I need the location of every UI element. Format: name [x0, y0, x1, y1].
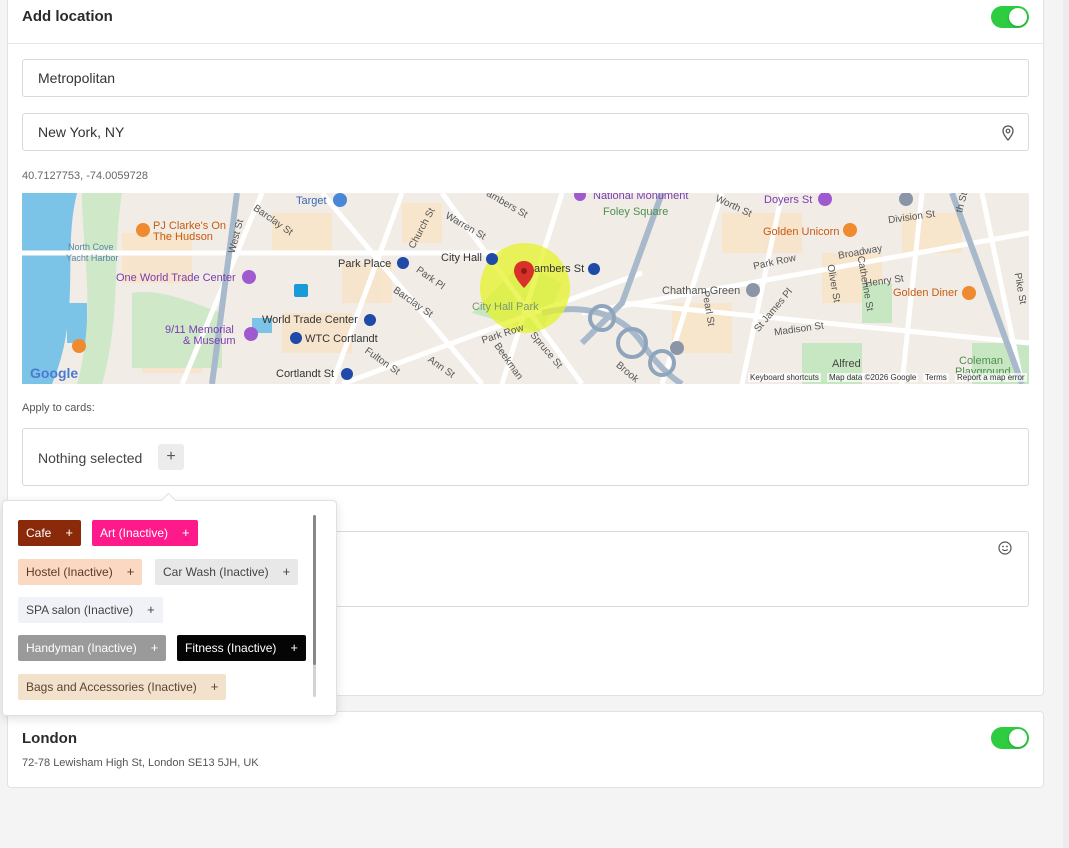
toggle-knob — [1009, 729, 1027, 747]
address-input[interactable] — [23, 114, 1028, 150]
popover-scroll-thumb[interactable] — [313, 515, 316, 665]
location-pin-icon[interactable] — [1002, 125, 1014, 141]
apply-to-cards-select[interactable]: Nothing selected + — [22, 428, 1029, 486]
chip-plus-icon: + — [147, 602, 155, 617]
map-label-the-hudson: The Hudson — [153, 231, 213, 243]
chip-plus-icon: + — [150, 640, 159, 655]
map-label-wtc: World Trade Center — [262, 314, 358, 326]
emoji-icon[interactable] — [998, 541, 1012, 555]
chip-plus-icon: + — [290, 640, 298, 655]
map-label-city-hall: City Hall — [441, 252, 482, 264]
card-title: Add location — [22, 8, 113, 25]
map-label-alfred: Alfred — [832, 358, 861, 370]
map-label-museum: & Museum — [183, 335, 236, 347]
map-data-text: Map data ©2026 Google — [827, 373, 919, 382]
toggle-knob — [1009, 8, 1027, 26]
map-label-chambers-st: ambers St — [534, 263, 585, 275]
chip-plus-icon: + — [210, 679, 219, 694]
map-label-one-wtc: One World Trade Center — [116, 272, 236, 284]
london-active-toggle[interactable] — [991, 727, 1029, 749]
chip-plus-icon: + — [282, 564, 291, 579]
map-label-golden-diner: Golden Diner — [893, 287, 958, 299]
chip-bags-accessories[interactable]: Bags and Accessories (Inactive) + — [18, 674, 227, 700]
chip-hostel[interactable]: Hostel (Inactive) + — [18, 559, 143, 585]
card-picker-popover: Cafe + Art (Inactive) + Hostel (Inactive) +… — [2, 492, 337, 716]
chip-fitness[interactable]: Fitness (Inactive) + — [177, 635, 306, 661]
chip-label: Cafe — [26, 526, 52, 540]
popover-scrollbar[interactable] — [313, 515, 316, 697]
divider — [8, 43, 1043, 44]
map-label-wtc-cortlandt: WTC Cortlandt — [305, 333, 378, 345]
chip-plus-icon: + — [65, 525, 73, 540]
chip-spa-salon[interactable]: SPA salon (Inactive) + — [18, 597, 163, 623]
chip-label: Car Wash (Inactive) — [163, 565, 269, 579]
report-map-error-link[interactable]: Report a map error — [955, 373, 1027, 382]
map-label-yacht-harbor: Yacht Harbor — [66, 253, 119, 263]
london-address: 72-78 Lewisham High St, London SE13 5JH,… — [22, 757, 259, 769]
page-scrollbar[interactable] — [1063, 0, 1069, 848]
map-label-golden-unicorn: Golden Unicorn — [763, 226, 840, 238]
map-label-park-place: Park Place — [338, 258, 392, 270]
london-title: London — [22, 730, 77, 747]
chip-label: Handyman (Inactive) — [26, 641, 137, 655]
chip-label: Fitness (Inactive) — [185, 641, 277, 655]
map[interactable]: Target ambers St National Monument Foley… — [22, 193, 1029, 384]
chip-cafe[interactable]: Cafe + — [18, 520, 81, 546]
map-label-city-hall-park: City Hall Park — [472, 301, 539, 313]
nothing-selected-text: Nothing selected — [38, 450, 143, 466]
chip-label: Bags and Accessories (Inactive) — [26, 680, 197, 694]
chip-label: Hostel (Inactive) — [26, 565, 113, 579]
location-name-field[interactable] — [22, 59, 1029, 97]
coordinates-text: 40.7127753, -74.0059728 — [22, 170, 149, 182]
chip-label: Art (Inactive) — [100, 526, 169, 540]
chip-plus-icon: + — [182, 525, 190, 540]
map-label-national-monument: National Monument — [593, 193, 689, 202]
map-label-target: Target — [296, 195, 327, 207]
location-active-toggle[interactable] — [991, 6, 1029, 28]
apply-to-cards-label: Apply to cards: — [22, 402, 95, 414]
chip-handyman[interactable]: Handyman (Inactive) + — [18, 635, 167, 661]
chip-art[interactable]: Art (Inactive) + — [92, 520, 198, 546]
location-name-input[interactable] — [23, 60, 1028, 96]
map-label-north-cove: North Cove — [68, 242, 114, 252]
chip-car-wash[interactable]: Car Wash (Inactive) + — [155, 559, 299, 585]
chip-plus-icon: + — [126, 564, 135, 579]
london-location-card[interactable]: London 72-78 Lewisham High St, London SE… — [7, 711, 1044, 788]
map-label-foley-square: Foley Square — [603, 206, 669, 218]
map-label-cortlandt-st: Cortlandt St — [276, 368, 335, 380]
add-card-button[interactable]: + — [158, 444, 184, 470]
chip-label: SPA salon (Inactive) — [26, 603, 134, 617]
google-logo[interactable]: Google — [30, 365, 78, 381]
keyboard-shortcuts-link[interactable]: Keyboard shortcuts — [748, 373, 821, 382]
address-field[interactable] — [22, 113, 1029, 151]
map-label-doyers-st: Doyers St — [764, 194, 813, 206]
terms-link[interactable]: Terms — [923, 373, 949, 382]
